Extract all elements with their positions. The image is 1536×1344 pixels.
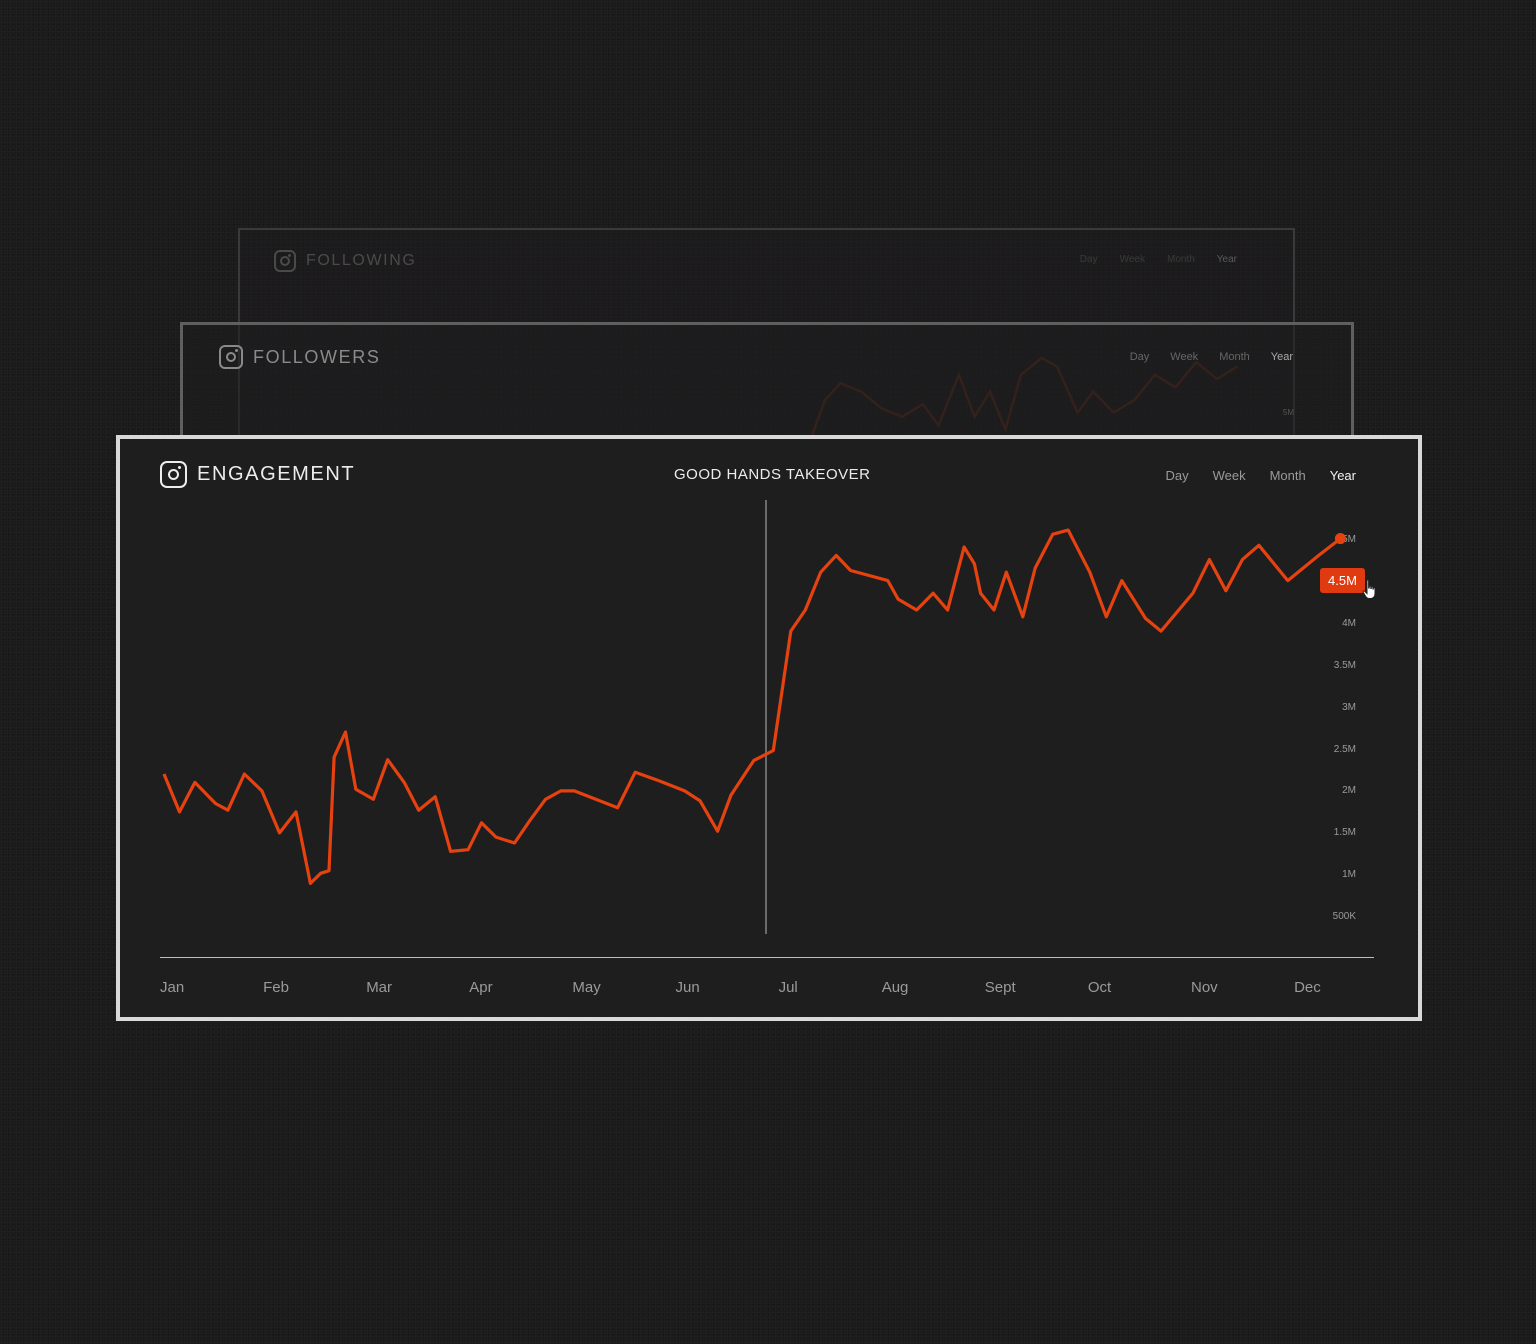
value-tooltip: 4.5M [1320,568,1365,593]
instagram-icon [274,250,296,272]
instagram-icon [219,345,243,369]
engagement-card: ENGAGEMENT GOOD HANDS TAKEOVER Day Week … [116,435,1422,1021]
following-title: FOLLOWING [306,252,417,269]
followers-ytick-5m: 5M [1282,408,1294,417]
following-tab-year[interactable]: Year [1217,254,1237,265]
followers-tab-week[interactable]: Week [1170,351,1198,363]
followers-title: FOLLOWERS [253,346,381,367]
following-tab-month[interactable]: Month [1167,254,1195,265]
engagement-chart [162,528,1346,885]
hand-cursor-icon [1362,579,1376,599]
followers-title-row: FOLLOWERS [219,345,380,369]
following-tab-day[interactable]: Day [1080,254,1098,265]
followers-tab-month[interactable]: Month [1219,351,1250,363]
followers-tabs: Day Week Month Year [1130,351,1293,363]
engagement-endpoint-marker[interactable] [1334,533,1346,545]
following-tabs: Day Week Month Year [1080,254,1237,265]
followers-tab-year[interactable]: Year [1271,351,1293,363]
following-tab-week[interactable]: Week [1120,254,1145,265]
followers-tab-day[interactable]: Day [1130,351,1150,363]
engagement-series-line [162,528,1342,885]
following-title-row: FOLLOWING [274,250,416,272]
